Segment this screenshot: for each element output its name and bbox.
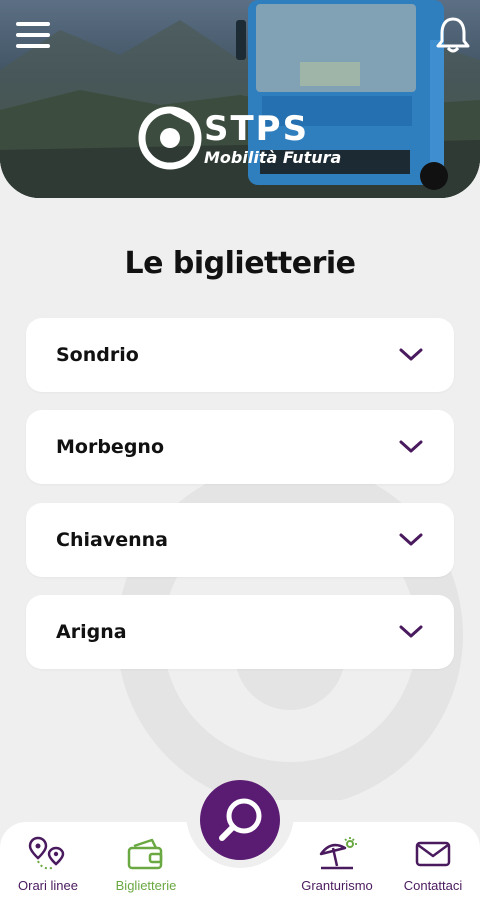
- logo-mark-icon: [138, 106, 202, 170]
- office-item-sondrio[interactable]: Sondrio: [26, 318, 454, 392]
- nav-label: Contattaci: [403, 878, 463, 893]
- chevron-down-icon: [399, 625, 423, 638]
- office-name: Chiavenna: [56, 529, 168, 551]
- nav-label: Orari linee: [18, 878, 78, 893]
- nav-contattaci[interactable]: Contattaci: [386, 822, 480, 900]
- chevron-down-icon: [399, 533, 423, 546]
- header-banner: STPS Mobilità Futura: [0, 0, 480, 198]
- chevron-down-icon: [399, 348, 423, 361]
- office-name: Arigna: [56, 621, 127, 643]
- stps-logo: STPS Mobilità Futura: [138, 104, 348, 174]
- office-item-arigna[interactable]: Arigna: [26, 595, 454, 669]
- office-item-morbegno[interactable]: Morbegno: [26, 410, 454, 484]
- office-item-chiavenna[interactable]: Chiavenna: [26, 503, 454, 577]
- nav-granturismo[interactable]: Granturismo: [290, 822, 384, 900]
- ticket-wallet-icon: [127, 838, 163, 870]
- menu-button[interactable]: [14, 18, 54, 52]
- nav-orari-linee[interactable]: Orari linee: [0, 822, 96, 900]
- office-name: Morbegno: [56, 436, 164, 458]
- nav-label: Biglietterie: [115, 878, 177, 893]
- hamburger-menu-icon: [16, 22, 50, 48]
- logo-wordmark: STPS: [204, 109, 310, 149]
- envelope-icon: [415, 841, 451, 867]
- nav-biglietterie[interactable]: Biglietterie: [98, 822, 194, 900]
- beach-umbrella-icon: [319, 837, 357, 870]
- chevron-down-icon: [399, 440, 423, 453]
- office-name: Sondrio: [56, 344, 139, 366]
- page-title: Le biglietterie: [124, 246, 356, 281]
- notifications-button[interactable]: [434, 14, 472, 54]
- search-button[interactable]: [200, 780, 280, 860]
- logo-tagline: Mobilità Futura: [204, 148, 342, 167]
- bell-icon: [436, 17, 470, 53]
- nav-label: Granturismo: [301, 878, 373, 893]
- search-icon: [219, 798, 262, 841]
- route-pin-icon: [28, 836, 65, 870]
